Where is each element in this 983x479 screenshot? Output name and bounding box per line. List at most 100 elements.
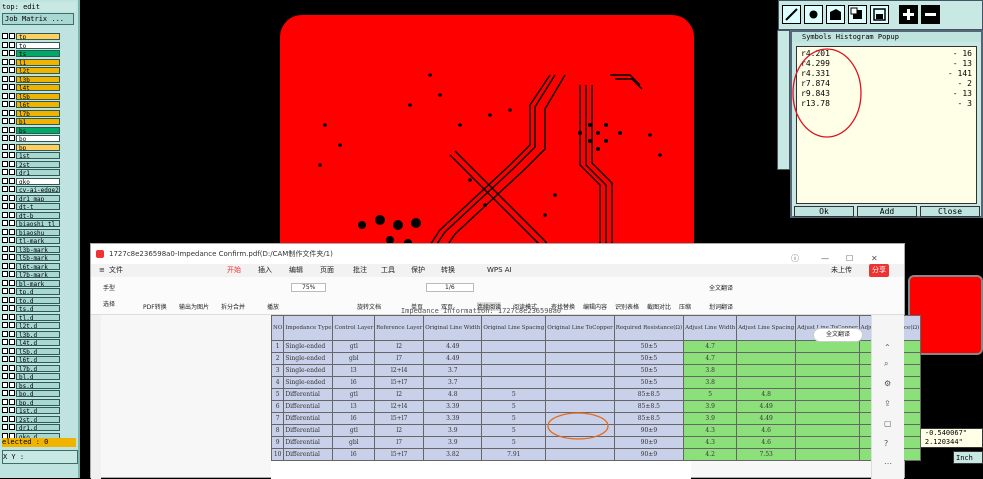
- layer-checkbox[interactable]: [2, 50, 8, 56]
- layer-row[interactable]: to.d: [0, 296, 78, 305]
- minus-icon[interactable]: [921, 5, 940, 24]
- layer-affect-box[interactable]: [9, 228, 15, 235]
- layer-row[interactable]: bo.d: [0, 390, 78, 398]
- fill-icon[interactable]: [848, 5, 867, 24]
- zoom-select[interactable]: 75%: [291, 283, 327, 292]
- menu-item[interactable]: 工具: [381, 264, 395, 277]
- split-merge-button[interactable]: 拆分合并: [221, 302, 245, 311]
- symbol-list[interactable]: r4.201- 16 r4.299- 13 r4.331- 141 r7.874- 2…: [792, 46, 977, 204]
- layer-row[interactable]: ts: [0, 50, 78, 58]
- layer-affect-box[interactable]: [9, 135, 15, 141]
- layer-row[interactable]: to: [0, 41, 78, 50]
- layer-affect-box[interactable]: [9, 288, 15, 294]
- layer-affect-box[interactable]: [9, 186, 15, 192]
- layer-affect-box[interactable]: [9, 177, 15, 184]
- pcb-board[interactable]: [280, 15, 694, 275]
- layer-row[interactable]: bs: [0, 126, 78, 135]
- line-icon[interactable]: [782, 5, 801, 24]
- menu-item[interactable]: 开始: [227, 264, 241, 278]
- layer-row[interactable]: tp.d: [0, 288, 78, 296]
- menu-item[interactable]: WPS AI: [487, 264, 512, 277]
- layer-checkbox[interactable]: [2, 101, 8, 107]
- layer-row[interactable]: bo: [0, 135, 78, 143]
- layer-affect-box[interactable]: [9, 322, 15, 328]
- layer-row[interactable]: l6t: [0, 101, 78, 109]
- layer-checkbox[interactable]: [2, 92, 8, 99]
- layer-row[interactable]: l5b-mark: [0, 254, 78, 262]
- layer-checkbox[interactable]: [2, 194, 8, 201]
- layer-checkbox[interactable]: [2, 220, 8, 226]
- layer-checkbox[interactable]: [2, 177, 8, 184]
- layer-checkbox[interactable]: [2, 143, 8, 150]
- layer-checkbox[interactable]: [2, 237, 8, 243]
- layer-row[interactable]: l3b: [0, 75, 78, 84]
- layer-row[interactable]: tl.d: [0, 313, 78, 322]
- layer-affect-box[interactable]: [9, 75, 15, 82]
- layer-row[interactable]: l6t.d: [0, 356, 78, 364]
- layer-row[interactable]: l6t-mark: [0, 262, 78, 271]
- layer-affect-box[interactable]: [9, 152, 15, 158]
- layer-checkbox[interactable]: [2, 271, 8, 277]
- layer-row[interactable]: bp: [0, 143, 78, 152]
- menu-item[interactable]: 批注: [353, 264, 367, 277]
- layer-row[interactable]: 1st.d: [0, 407, 78, 415]
- layer-row[interactable]: l2t.d: [0, 322, 78, 330]
- layer-checkbox[interactable]: [2, 313, 8, 320]
- layer-affect-box[interactable]: [9, 101, 15, 107]
- layer-affect-box[interactable]: [9, 262, 15, 269]
- layer-row[interactable]: l4t.d: [0, 339, 78, 347]
- layer-row[interactable]: l2t: [0, 67, 78, 75]
- layer-row[interactable]: l5b: [0, 92, 78, 101]
- layer-checkbox[interactable]: [2, 33, 8, 39]
- layer-checkbox[interactable]: [2, 109, 8, 116]
- layer-affect-box[interactable]: [9, 373, 15, 379]
- layer-checkbox[interactable]: [2, 84, 8, 90]
- layer-checkbox[interactable]: [2, 186, 8, 192]
- page-indicator[interactable]: 1/6: [426, 283, 474, 292]
- layer-affect-box[interactable]: [9, 330, 15, 337]
- layer-affect-box[interactable]: [9, 211, 15, 218]
- help-circle-icon[interactable]: ?: [884, 439, 888, 448]
- layer-affect-box[interactable]: [9, 415, 15, 422]
- layer-affect-box[interactable]: [9, 381, 15, 388]
- layer-affect-box[interactable]: [9, 424, 15, 430]
- layer-affect-box[interactable]: [9, 364, 15, 371]
- layer-row[interactable]: l7b.d: [0, 364, 78, 373]
- layer-checkbox[interactable]: [2, 58, 8, 65]
- chevron-up-icon[interactable]: ⌃: [884, 343, 891, 352]
- layer-checkbox[interactable]: [2, 135, 8, 141]
- layer-affect-box[interactable]: [9, 279, 15, 286]
- layer-checkbox[interactable]: [2, 390, 8, 396]
- layer-affect-box[interactable]: [9, 237, 15, 243]
- page-icon[interactable]: ▢: [884, 419, 892, 428]
- layer-checkbox[interactable]: [2, 330, 8, 337]
- xy-field[interactable]: X Y :: [2, 450, 78, 464]
- circle-icon[interactable]: [804, 5, 823, 24]
- layer-row[interactable]: bl.d: [0, 373, 78, 381]
- layer-row[interactable]: 1st: [0, 152, 78, 160]
- layer-row[interactable]: dt-t: [0, 203, 78, 211]
- layer-checkbox[interactable]: [2, 288, 8, 294]
- menu-item[interactable]: 转换: [441, 264, 455, 277]
- layer-checkbox[interactable]: [2, 381, 8, 388]
- layer-affect-box[interactable]: [9, 245, 15, 252]
- layer-checkbox[interactable]: [2, 415, 8, 422]
- more-icon[interactable]: ⋯: [884, 459, 892, 468]
- layer-checkbox[interactable]: [2, 398, 8, 405]
- full-translate-button[interactable]: 全文翻译: [813, 328, 863, 342]
- layer-affect-box[interactable]: [9, 339, 15, 345]
- layer-row[interactable]: dr1.d: [0, 424, 78, 432]
- layer-checkbox[interactable]: [2, 322, 8, 328]
- layer-row[interactable]: 2st.d: [0, 415, 78, 424]
- layer-row[interactable]: biaoshu: [0, 228, 78, 237]
- add-button[interactable]: Add: [857, 206, 917, 217]
- layer-checkbox[interactable]: [2, 203, 8, 209]
- layer-checkbox[interactable]: [2, 169, 8, 175]
- layer-affect-box[interactable]: [9, 407, 15, 413]
- menu-item[interactable]: 页面: [320, 264, 334, 277]
- layer-affect-box[interactable]: [9, 41, 15, 48]
- layer-affect-box[interactable]: [9, 347, 15, 354]
- layer-row[interactable]: bl-mark: [0, 279, 78, 288]
- shape-icon[interactable]: [826, 5, 845, 24]
- layer-checkbox[interactable]: [2, 160, 8, 167]
